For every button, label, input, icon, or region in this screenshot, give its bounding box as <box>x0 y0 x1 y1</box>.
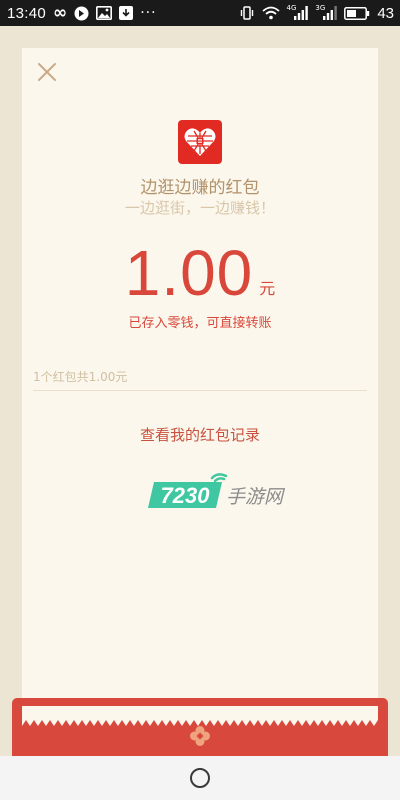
battery-icon <box>344 6 370 20</box>
app-logo-icon <box>178 120 222 164</box>
close-button[interactable] <box>36 61 58 83</box>
net-3g-label: 3G <box>315 4 326 12</box>
watermark-text: 手游网 <box>226 486 286 508</box>
close-icon <box>38 63 56 81</box>
download-icon <box>119 6 134 20</box>
signal-4g-icon: 4G <box>286 4 309 20</box>
amount-row: 1.00 元 <box>22 235 378 305</box>
net-4g-label: 4G <box>286 4 297 12</box>
watermark-number: 7230 <box>161 483 211 508</box>
gallery-icon <box>96 6 113 20</box>
battery-level: 43 <box>377 4 394 22</box>
red-packet-card: 边逛边赚的红包 一边逛街，一边赚钱！ 1.00 元 已存入零钱，可直接转账 1个… <box>22 48 378 728</box>
view-records-link[interactable]: 查看我的红包记录 <box>22 424 378 445</box>
status-bar-right: 4G 3G 43 <box>239 4 394 22</box>
zigzag-edge <box>22 706 378 726</box>
vibrate-icon <box>239 6 255 20</box>
packet-summary: 1个红包共1.00元 <box>33 370 128 384</box>
status-time: 13:40 <box>7 4 47 22</box>
envelope-emblem-icon <box>190 726 210 746</box>
watermark-logo: 7230 手游网 <box>148 473 286 508</box>
more-notifications-icon: ··· <box>140 5 157 21</box>
status-bar-left: 13:40 ∞ ··· <box>7 2 157 23</box>
system-nav-bar <box>0 756 400 800</box>
home-button[interactable] <box>190 768 210 788</box>
divider <box>33 390 367 391</box>
infinity-icon: ∞ <box>53 2 68 23</box>
signal-3g-icon: 3G <box>315 4 338 20</box>
status-bar: 13:40 ∞ ··· 4G 3G 43 <box>0 0 400 26</box>
packet-title: 边逛边赚的红包 <box>140 178 260 198</box>
deposit-status: 已存入零钱，可直接转账 <box>128 316 272 331</box>
packet-amount: 1.00 <box>124 237 254 309</box>
currency-unit: 元 <box>259 279 276 298</box>
packet-subtitle: 一边逛街，一边赚钱！ <box>124 199 275 217</box>
wifi-icon <box>261 6 280 20</box>
notification-app-icon <box>74 6 89 21</box>
